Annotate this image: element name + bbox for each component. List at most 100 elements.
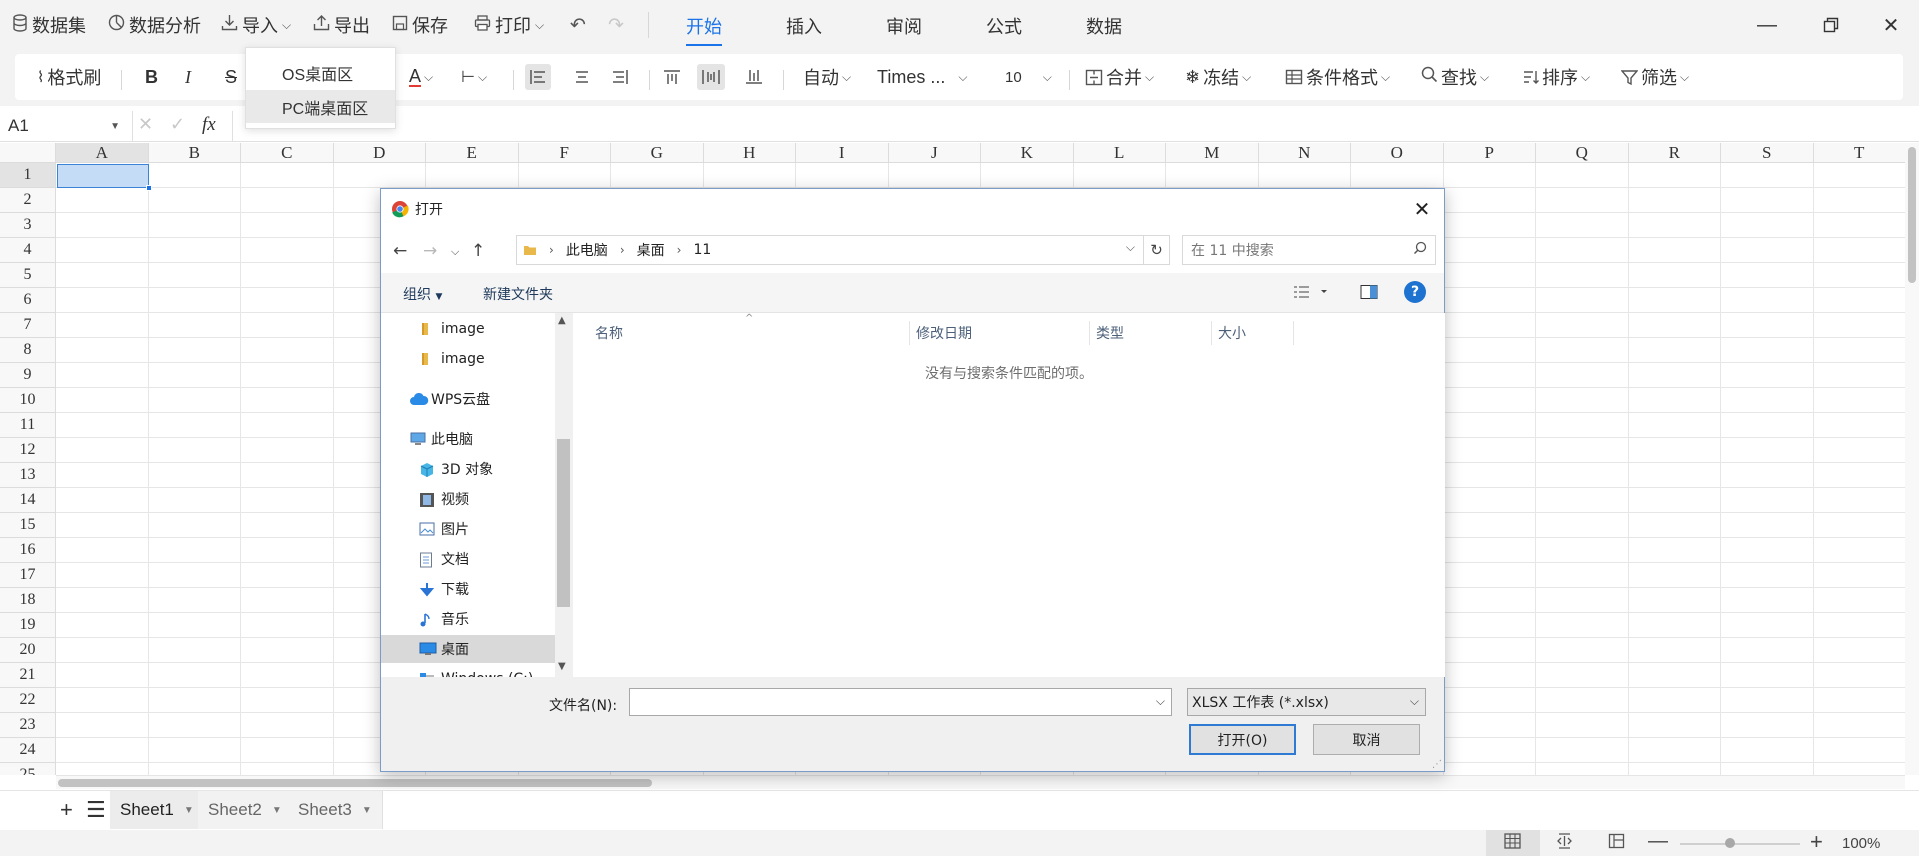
page-break-view-icon[interactable] bbox=[1556, 833, 1573, 849]
column-header[interactable]: G bbox=[611, 143, 704, 163]
zoom-in-icon[interactable]: + bbox=[1810, 829, 1823, 855]
sheet-tab-3[interactable]: Sheet3 ▼ bbox=[288, 791, 383, 829]
vertical-scroll-thumb[interactable] bbox=[1908, 147, 1916, 283]
row-header[interactable]: 9 bbox=[0, 363, 56, 388]
row-header[interactable]: 25 bbox=[0, 763, 56, 775]
column-header[interactable]: A bbox=[56, 143, 149, 163]
open-button[interactable]: 打开(O) bbox=[1189, 724, 1296, 755]
column-header[interactable]: P bbox=[1443, 143, 1536, 163]
row-header[interactable]: 23 bbox=[0, 713, 56, 738]
restore-icon[interactable] bbox=[1816, 10, 1846, 40]
row-header[interactable]: 5 bbox=[0, 263, 56, 288]
strikethrough-button[interactable]: S bbox=[225, 64, 237, 90]
wrap-select[interactable]: 自动 ⌵ bbox=[803, 64, 851, 90]
align-top-button[interactable] bbox=[663, 64, 681, 90]
search-input[interactable]: 在 11 中搜索 bbox=[1182, 235, 1436, 265]
row-header[interactable]: 12 bbox=[0, 438, 56, 463]
sheet-tab-1[interactable]: Sheet1 ▼ bbox=[110, 791, 205, 829]
column-header[interactable]: N bbox=[1258, 143, 1351, 163]
add-sheet-icon[interactable]: + bbox=[60, 797, 73, 823]
tab-formula[interactable]: 公式 bbox=[986, 13, 1022, 39]
help-icon[interactable]: ? bbox=[1404, 281, 1426, 303]
nav-item[interactable]: 桌面 bbox=[381, 635, 555, 663]
up-arrow-icon[interactable]: ↑ bbox=[471, 241, 485, 261]
column-header-size[interactable]: 大小 bbox=[1212, 321, 1294, 345]
horizontal-scrollbar[interactable] bbox=[56, 775, 1905, 789]
align-right-button[interactable] bbox=[611, 64, 629, 90]
align-middle-button[interactable] bbox=[697, 64, 725, 90]
row-header[interactable]: 14 bbox=[0, 488, 56, 513]
row-header[interactable]: 8 bbox=[0, 338, 56, 363]
column-header[interactable]: J bbox=[888, 143, 981, 163]
chevron-down-icon[interactable]: ⌵ bbox=[1126, 240, 1135, 255]
cancel-button[interactable]: 取消 bbox=[1313, 724, 1420, 755]
cancel-icon[interactable]: ✕ bbox=[138, 114, 153, 135]
row-header[interactable]: 10 bbox=[0, 388, 56, 413]
column-header[interactable]: L bbox=[1073, 143, 1166, 163]
column-header-type[interactable]: 类型 bbox=[1090, 321, 1212, 345]
filename-input[interactable]: ⌵ bbox=[629, 688, 1172, 716]
italic-button[interactable]: I bbox=[185, 64, 191, 90]
row-header[interactable]: 3 bbox=[0, 213, 56, 238]
breadcrumb-this-pc[interactable]: 此电脑 bbox=[566, 240, 608, 260]
nav-item[interactable]: 音乐 bbox=[381, 605, 555, 633]
sort-button[interactable]: 排序 ⌵ bbox=[1523, 64, 1590, 90]
tab-start[interactable]: 开始 bbox=[686, 13, 722, 46]
filetype-select[interactable]: XLSX 工作表 (*.xlsx) ⌵ bbox=[1187, 688, 1426, 716]
row-header[interactable]: 22 bbox=[0, 688, 56, 713]
save-button[interactable]: 保存 bbox=[392, 13, 448, 37]
zoom-slider[interactable] bbox=[1680, 838, 1800, 848]
fill-handle[interactable] bbox=[146, 185, 152, 191]
row-header[interactable]: 2 bbox=[0, 188, 56, 213]
conditional-format-button[interactable]: 条件格式 ⌵ bbox=[1285, 64, 1390, 90]
row-header[interactable]: 7 bbox=[0, 313, 56, 338]
border-button[interactable]: ⊢ ⌵ bbox=[461, 64, 487, 90]
nav-item[interactable]: WPS云盘 bbox=[381, 385, 555, 413]
nav-item[interactable]: 图片 bbox=[381, 515, 555, 543]
close-icon[interactable]: ✕ bbox=[1876, 10, 1906, 40]
sheet-tab-2[interactable]: Sheet2 ▼ bbox=[198, 791, 293, 829]
row-header[interactable]: 1 bbox=[0, 163, 56, 188]
selected-cell[interactable] bbox=[57, 164, 149, 188]
nav-item[interactable]: image bbox=[381, 345, 555, 373]
row-header[interactable]: 4 bbox=[0, 238, 56, 263]
column-header[interactable]: K bbox=[981, 143, 1074, 163]
column-header[interactable]: T bbox=[1813, 143, 1905, 163]
forward-arrow-icon[interactable]: → bbox=[423, 241, 437, 261]
column-header[interactable]: M bbox=[1166, 143, 1259, 163]
navigation-pane-scroll-thumb[interactable] bbox=[557, 439, 570, 607]
chevron-down-icon[interactable]: ⌵ bbox=[1156, 694, 1165, 709]
format-painter-button[interactable]: ⌇ 格式刷 bbox=[37, 64, 101, 90]
column-header[interactable]: H bbox=[703, 143, 796, 163]
row-header[interactable]: 17 bbox=[0, 563, 56, 588]
view-options-icon[interactable] bbox=[1293, 285, 1331, 303]
data-analysis-button[interactable]: 数据分析 bbox=[108, 13, 201, 37]
tab-review[interactable]: 审阅 bbox=[886, 13, 922, 39]
back-arrow-icon[interactable]: ← bbox=[393, 241, 407, 261]
zoom-level[interactable]: 100% bbox=[1842, 835, 1880, 852]
zoom-out-icon[interactable]: — bbox=[1648, 830, 1668, 853]
new-folder-button[interactable]: 新建文件夹 bbox=[483, 284, 553, 304]
nav-item[interactable]: 此电脑 bbox=[381, 425, 555, 453]
column-header[interactable]: O bbox=[1351, 143, 1444, 163]
minimize-icon[interactable]: — bbox=[1752, 10, 1782, 40]
column-header[interactable]: D bbox=[333, 143, 426, 163]
row-header[interactable]: 18 bbox=[0, 588, 56, 613]
breadcrumb-folder-11[interactable]: 11 bbox=[693, 242, 711, 258]
close-icon[interactable]: ✕ bbox=[1406, 193, 1438, 225]
nav-item[interactable]: 文档 bbox=[381, 545, 555, 573]
column-header[interactable]: F bbox=[518, 143, 611, 163]
nav-item[interactable]: 3D 对象 bbox=[381, 455, 555, 483]
row-header[interactable]: 6 bbox=[0, 288, 56, 313]
merge-button[interactable]: 合并 ⌵ bbox=[1085, 64, 1154, 90]
nav-item[interactable]: 下载 bbox=[381, 575, 555, 603]
row-header[interactable]: 11 bbox=[0, 413, 56, 438]
column-header[interactable]: C bbox=[241, 143, 334, 163]
dataset-button[interactable]: 数据集 bbox=[12, 13, 86, 37]
row-header[interactable]: 15 bbox=[0, 513, 56, 538]
align-left-button[interactable] bbox=[525, 64, 551, 90]
zoom-slider-knob[interactable] bbox=[1725, 838, 1736, 848]
vertical-scrollbar[interactable] bbox=[1905, 143, 1919, 775]
import-os-desktop-item[interactable]: OS桌面区 bbox=[246, 56, 395, 89]
organize-button[interactable]: 组织 ▼ bbox=[403, 284, 442, 304]
